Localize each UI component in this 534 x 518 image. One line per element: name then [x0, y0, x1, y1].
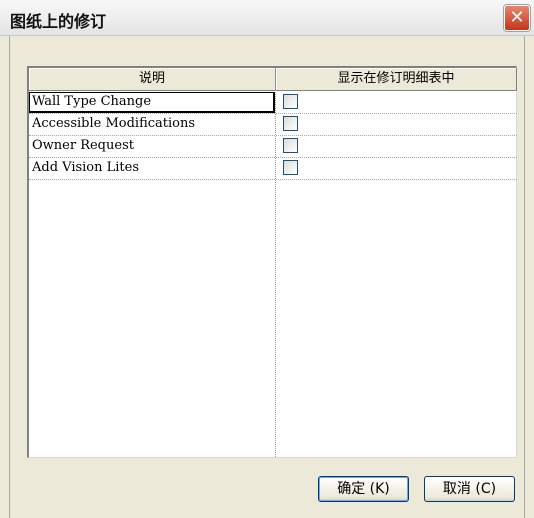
revisions-on-sheet-dialog: 图纸上的修订 ✕ 说明 显示在修订明细表中 Wall Type Change A…: [0, 0, 534, 518]
cancel-button[interactable]: 取消 (C): [424, 476, 515, 502]
ok-button[interactable]: 确定 (K): [318, 476, 409, 502]
revisions-table: 说明 显示在修订明细表中 Wall Type Change Accessible…: [27, 66, 517, 458]
table-row[interactable]: Wall Type Change: [29, 92, 517, 114]
column-header-show-in-schedule[interactable]: 显示在修订明细表中: [276, 68, 517, 91]
show-in-schedule-checkbox[interactable]: [283, 160, 298, 175]
table-header: 说明 显示在修订明细表中: [29, 68, 517, 92]
row-description-cell[interactable]: Add Vision Lites: [29, 158, 275, 179]
table-row[interactable]: Owner Request: [29, 136, 517, 158]
show-in-schedule-checkbox[interactable]: [283, 116, 298, 131]
row-description-cell[interactable]: Wall Type Change: [29, 92, 275, 113]
row-description-cell[interactable]: Accessible Modifications: [29, 114, 275, 135]
row-description-cell[interactable]: Owner Request: [29, 136, 275, 157]
table-row[interactable]: Accessible Modifications: [29, 114, 517, 136]
show-in-schedule-checkbox[interactable]: [283, 138, 298, 153]
table-row[interactable]: Add Vision Lites: [29, 158, 517, 180]
title-bar: 图纸上的修订 ✕: [0, 0, 534, 36]
show-in-schedule-checkbox[interactable]: [283, 94, 298, 109]
column-header-description[interactable]: 说明: [29, 68, 276, 91]
close-button[interactable]: ✕: [504, 5, 530, 31]
window-title: 图纸上的修订: [10, 12, 107, 31]
close-icon: ✕: [509, 7, 525, 28]
